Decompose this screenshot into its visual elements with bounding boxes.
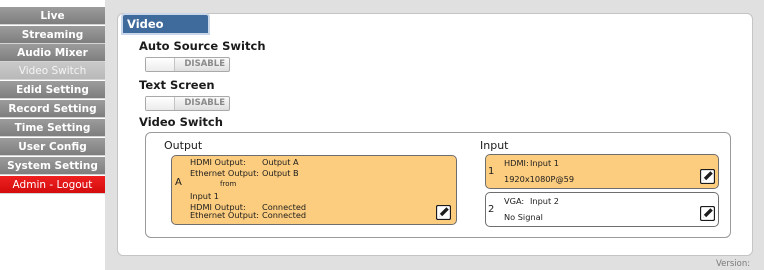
input-heading: Input [480, 139, 509, 152]
from-label: from [220, 180, 237, 188]
sidebar-item-audio-mixer[interactable]: Audio Mixer [0, 44, 105, 62]
toggle-knob [146, 97, 175, 110]
text-screen-toggle[interactable]: DISABLE [145, 96, 230, 111]
input-card-status: 1920x1080P@59 [504, 174, 575, 184]
hdmi-output-value: Output A [262, 157, 299, 167]
sidebar-item-system-setting[interactable]: System Setting [0, 157, 105, 175]
edit-icon[interactable] [700, 206, 715, 221]
sidebar-item-edid-setting[interactable]: Edid Setting [0, 81, 105, 99]
logout-button[interactable]: Admin - Logout [0, 176, 105, 194]
auto-source-switch-heading: Auto Source Switch [139, 39, 266, 53]
input-card-number: 2 [488, 204, 495, 215]
sidebar-item-live[interactable]: Live [0, 7, 105, 25]
output-card-letter: A [175, 177, 182, 188]
edit-icon[interactable] [436, 205, 451, 220]
sidebar-item-record-setting[interactable]: Record Setting [0, 100, 105, 118]
input-card-port-label: HDMI: [504, 158, 529, 168]
input-card-name: Input 1 [530, 158, 560, 168]
input-card-port-label: VGA: [504, 196, 525, 206]
ethernet-output-value: Output B [262, 168, 299, 178]
sidebar-item-streaming[interactable]: Streaming [0, 26, 105, 44]
version-label: Version: [716, 259, 751, 269]
toggle-knob [146, 58, 175, 71]
output-heading: Output [164, 139, 203, 152]
panel-tab-title: Video Switch [121, 13, 210, 49]
sidebar: Live Streaming Audio Mixer Video Switch … [0, 0, 105, 270]
text-screen-heading: Text Screen [139, 78, 215, 92]
output-source: Input 1 [190, 191, 220, 201]
ethernet-status-label: Ethernet Output: [190, 210, 260, 220]
input-card-number: 1 [488, 166, 495, 177]
hdmi-output-label: HDMI Output: [190, 157, 246, 167]
ethernet-output-label: Ethernet Output: [190, 168, 260, 178]
toggle-state-label: DISABLE [184, 59, 225, 69]
edit-icon[interactable] [700, 169, 715, 184]
input-card-status: No Signal [504, 212, 543, 222]
input-card-name: Input 2 [530, 196, 560, 206]
sidebar-item-user-config[interactable]: User Config [0, 138, 105, 156]
video-switch-heading: Video Switch [139, 115, 223, 129]
ethernet-status-value: Connected [262, 210, 307, 220]
toggle-state-label: DISABLE [184, 98, 225, 108]
auto-source-switch-toggle[interactable]: DISABLE [145, 57, 230, 72]
sidebar-item-time-setting[interactable]: Time Setting [0, 119, 105, 137]
sidebar-item-video-switch[interactable]: Video Switch [0, 62, 105, 80]
